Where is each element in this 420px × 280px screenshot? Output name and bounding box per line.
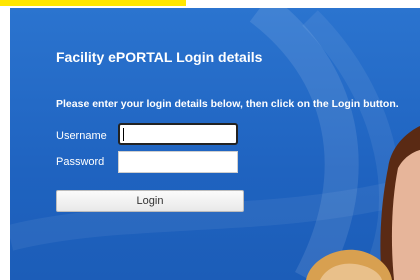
username-input[interactable] <box>118 123 238 145</box>
username-label: Username <box>56 130 107 142</box>
login-button[interactable]: Login <box>56 190 244 212</box>
password-input[interactable] <box>118 151 238 173</box>
page-title: Facility ePORTAL Login details <box>56 49 263 65</box>
password-label: Password <box>56 156 105 168</box>
top-bar <box>0 0 420 8</box>
yellow-highlight-strip <box>0 0 186 6</box>
login-panel: Facility ePORTAL Login details Please en… <box>10 8 420 280</box>
text-cursor <box>123 128 124 141</box>
login-instructions: Please enter your login details below, t… <box>56 98 399 110</box>
